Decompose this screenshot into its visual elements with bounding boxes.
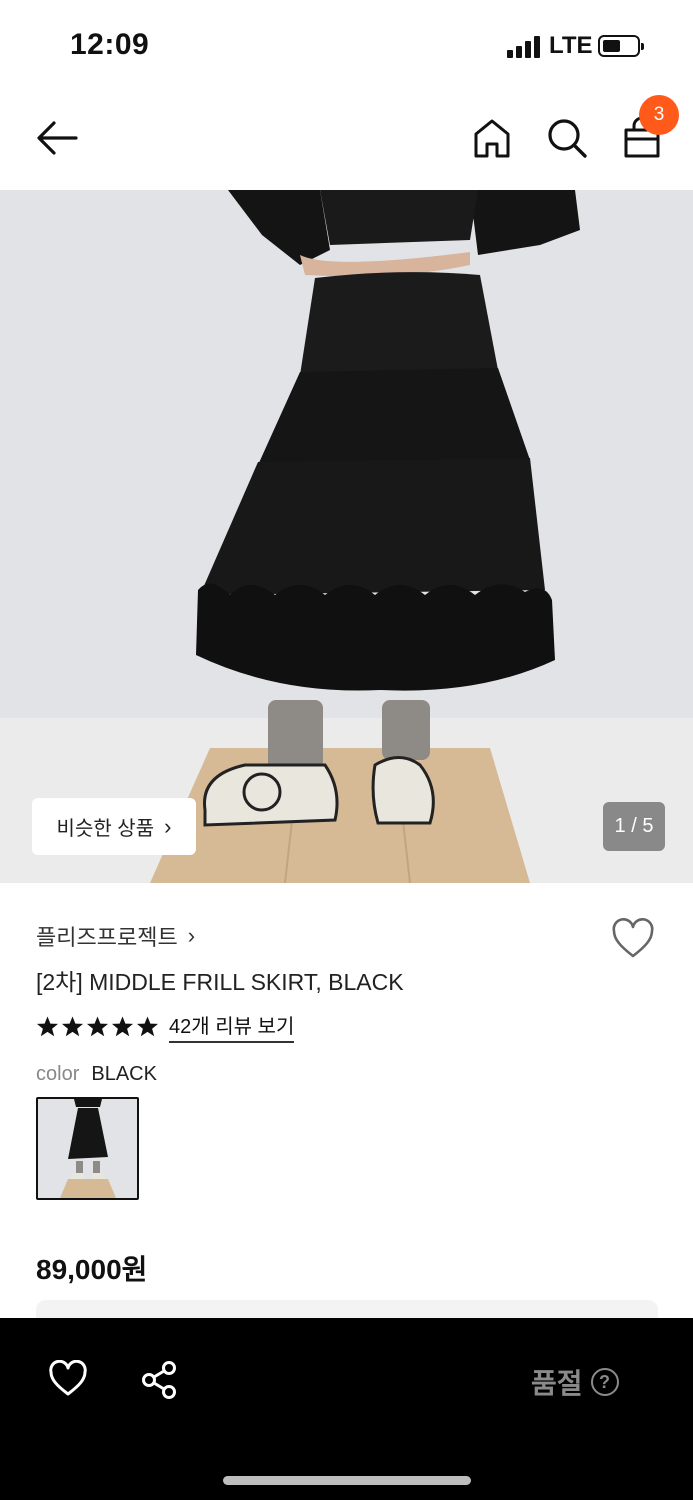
back-arrow-icon[interactable] [34,118,80,158]
home-icon[interactable] [472,116,512,160]
sold-out-label: 품절 [531,1368,583,1399]
chevron-right-icon: › [164,813,172,839]
color-option-row: color BLACK [36,1063,157,1086]
image-counter: 1 / 5 [603,802,665,851]
star-icon [136,1016,159,1037]
star-icon [36,1016,59,1037]
home-indicator [223,1476,471,1485]
similar-products-label: 비슷한 상품 [56,818,155,840]
heart-icon[interactable] [48,1360,88,1398]
top-nav: 3 [0,90,693,190]
battery-icon [598,35,644,57]
rating-row: 42개 리뷰 보기 [36,1010,295,1043]
product-image[interactable]: 비슷한 상품 › 1 / 5 [0,190,693,883]
star-icon [111,1016,134,1037]
bottom-action-bar: 품절 ? [0,1318,693,1500]
cart-count-badge: 3 [639,95,679,135]
star-icon [61,1016,84,1037]
color-label: color [36,1063,80,1085]
star-rating [36,1015,159,1038]
brand-name: 플리즈프로젝트 [36,925,178,950]
heart-icon[interactable] [610,918,656,960]
help-icon[interactable]: ? [590,1368,619,1396]
brand-link[interactable]: 플리즈프로젝트 › [36,920,195,952]
reviews-link[interactable]: 42개 리뷰 보기 [169,1010,295,1043]
search-icon[interactable] [545,116,589,160]
sold-out-status: 품절 ? [531,1362,619,1402]
status-time: 12:09 [70,28,150,61]
color-value: BLACK [91,1063,157,1085]
chevron-right-icon: › [187,923,196,948]
swatch-thumbnail [38,1099,137,1198]
color-swatch-black[interactable] [36,1097,139,1200]
product-price: 89,000원 [36,1254,148,1285]
product-title: [2차] MIDDLE FRILL SKIRT, BLACK [36,969,404,995]
status-bar: 12:09 LTE [0,0,693,90]
share-icon[interactable] [140,1360,178,1400]
network-label: LTE [549,32,593,59]
signal-icon [507,36,543,58]
star-icon [86,1016,109,1037]
product-photo [0,190,693,883]
similar-products-button[interactable]: 비슷한 상품 › [32,798,196,855]
